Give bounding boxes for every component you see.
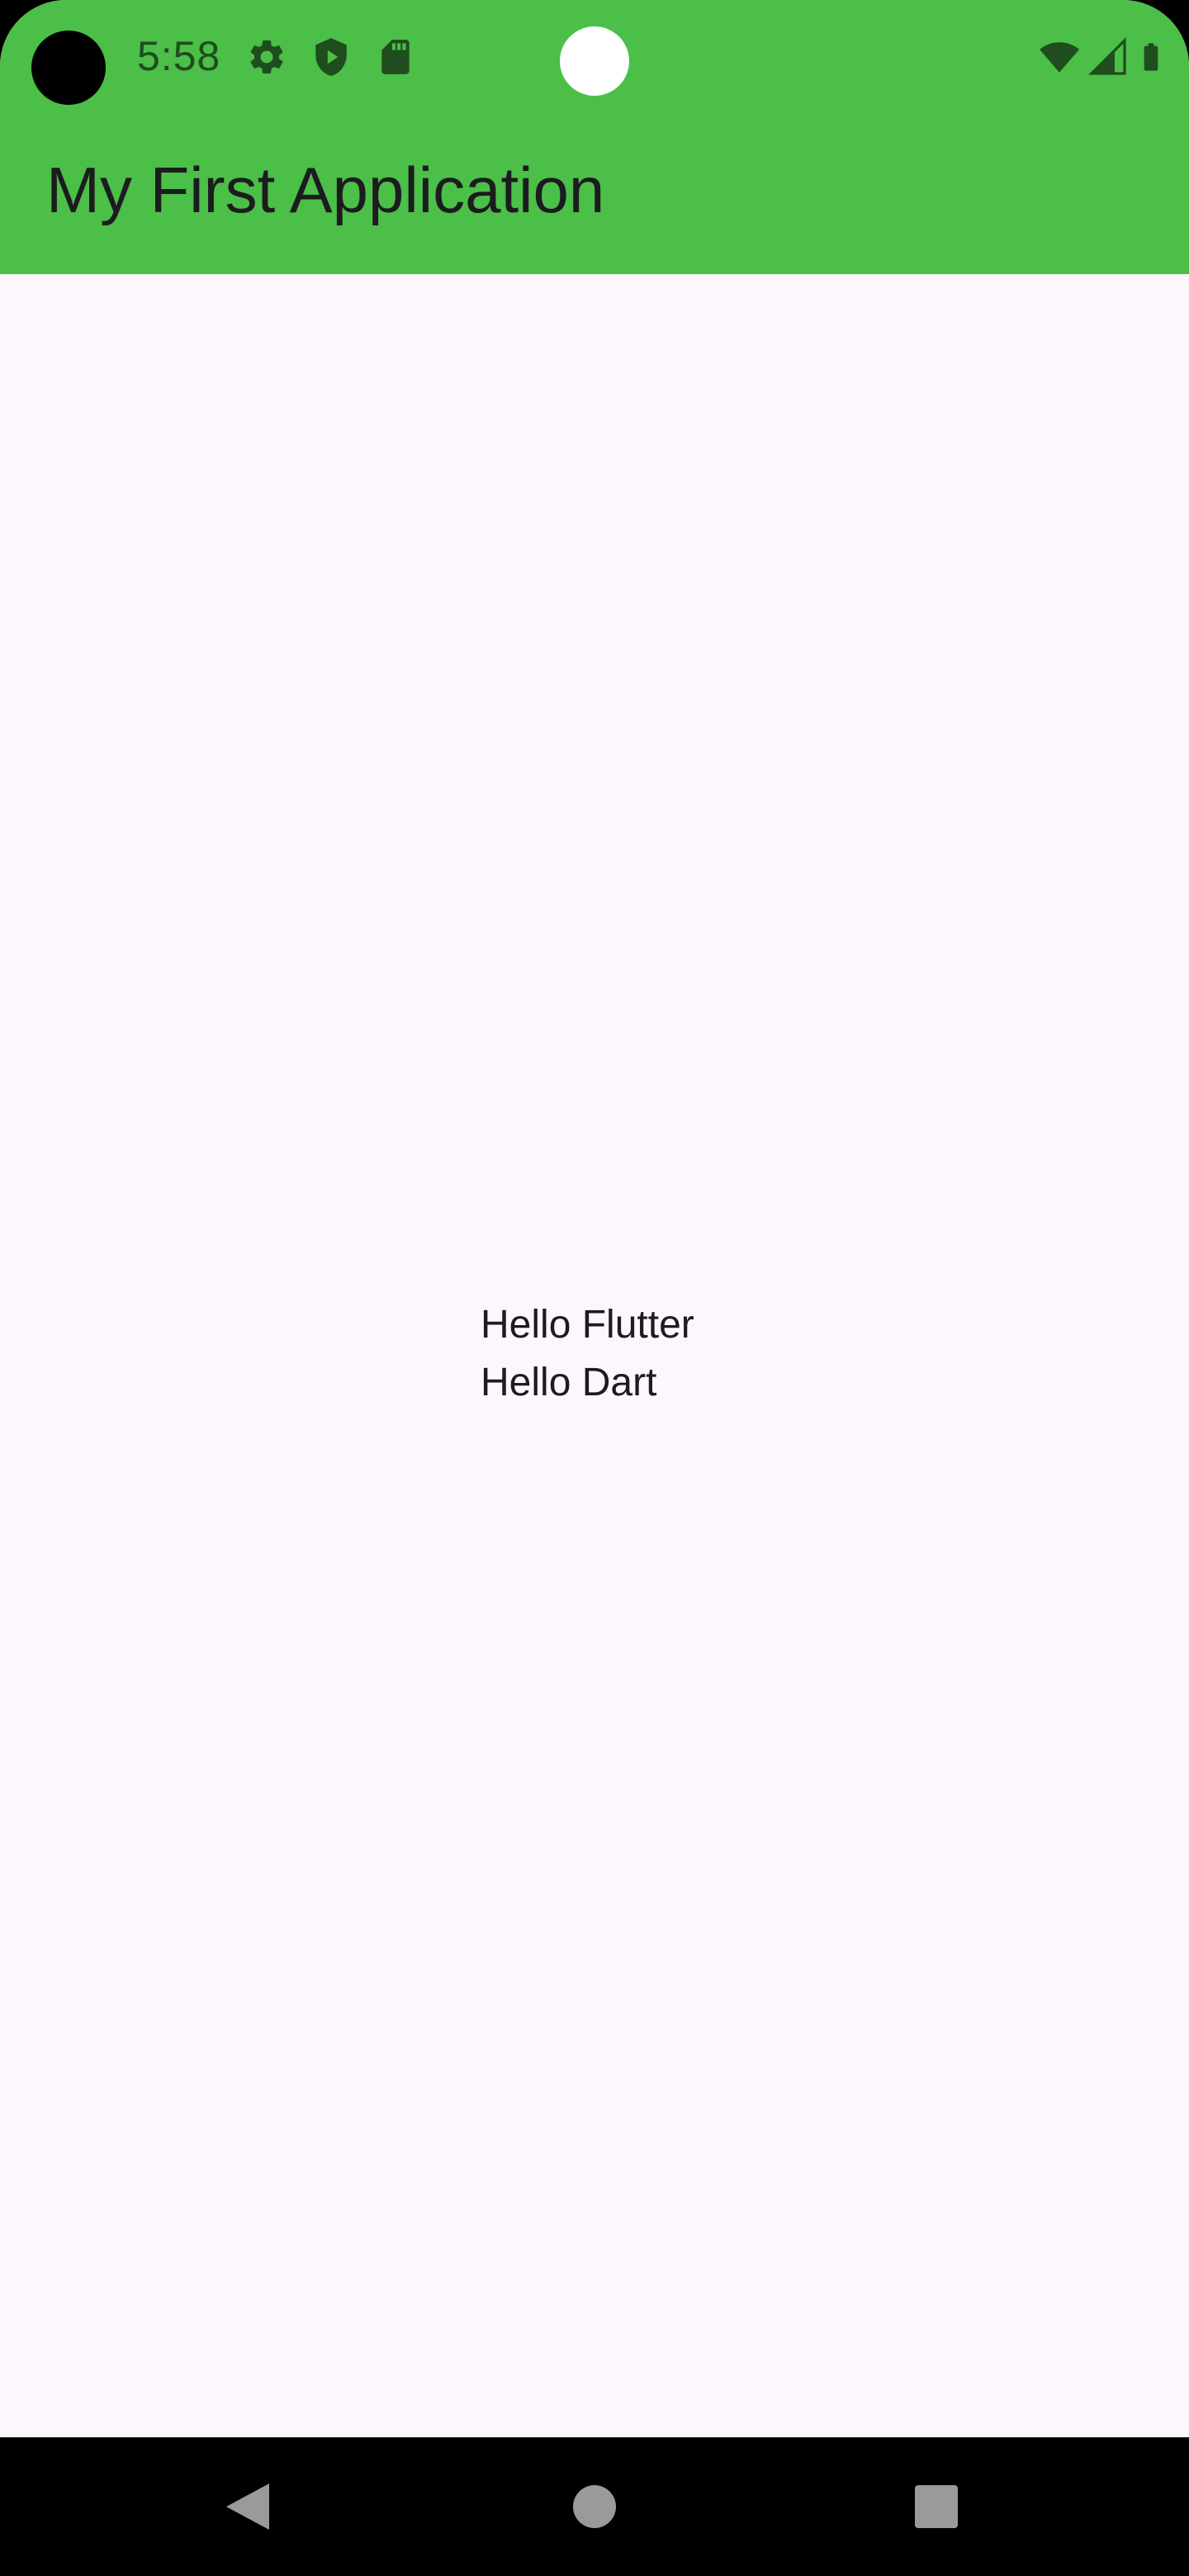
text-column: Hello Flutter Hello Dart [481, 1296, 694, 1412]
center-indicator-dot [560, 26, 629, 96]
back-button[interactable] [165, 2437, 330, 2576]
wifi-icon [1037, 36, 1082, 78]
gear-icon [246, 36, 287, 78]
app-bar: My First Application [0, 116, 1189, 274]
home-button[interactable] [512, 2437, 677, 2576]
content-area: Hello Flutter Hello Dart [0, 274, 1189, 2437]
cell-signal-icon [1088, 36, 1128, 78]
recents-button[interactable] [854, 2437, 1019, 2576]
sd-card-icon [375, 36, 416, 78]
back-icon [226, 2484, 269, 2530]
status-time: 5:58 [137, 33, 221, 79]
shield-play-icon [310, 36, 352, 78]
navigation-bar [0, 2437, 1189, 2576]
phone-screen: 5:58 My First Application Hello Flutter … [0, 0, 1189, 2576]
front-camera [31, 31, 106, 105]
home-icon [573, 2485, 616, 2528]
status-bar: 5:58 [0, 0, 1189, 116]
recents-icon [915, 2485, 958, 2528]
hello-flutter-text: Hello Flutter [481, 1303, 694, 1347]
hello-dart-text: Hello Dart [481, 1361, 657, 1404]
battery-icon [1135, 36, 1168, 78]
app-title: My First Application [46, 154, 605, 226]
